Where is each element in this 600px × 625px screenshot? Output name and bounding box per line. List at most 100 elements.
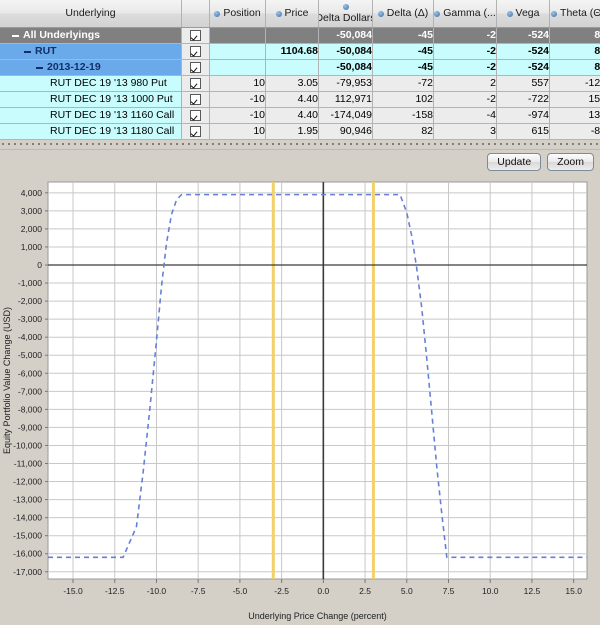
table-row[interactable]: 2013-12-19 -50,084-45-2-52482 — [0, 59, 600, 76]
row-underlying-cell[interactable]: 2013-12-19 — [0, 59, 182, 76]
row-underlying-cell[interactable]: RUT DEC 19 '13 1180 Call — [0, 123, 182, 140]
row-delta-cell: -45 — [372, 27, 434, 44]
table-header: Underlying Position Price Delta Dollars — [0, 0, 600, 28]
row-position-cell — [209, 27, 266, 44]
y-tick-label: 4,000 — [21, 188, 43, 198]
row-underlying-cell[interactable]: RUT DEC 19 '13 1160 Call — [0, 107, 182, 124]
tree-collapse-minus-icon[interactable] — [36, 66, 43, 69]
row-underlying-cell[interactable]: RUT DEC 19 '13 980 Put — [0, 75, 182, 92]
checkbox-checked-icon[interactable] — [190, 93, 201, 105]
row-underlying-label: RUT — [35, 45, 57, 57]
column-header-delta-dollars-label: Delta Dollars — [319, 11, 373, 24]
row-theta-cell: 135 — [549, 107, 600, 124]
row-underlying-label: 2013-12-19 — [47, 61, 101, 73]
row-theta-cell: 82 — [549, 43, 600, 60]
row-position-cell — [209, 43, 266, 60]
x-axis-title: Underlying Price Change (percent) — [248, 611, 387, 621]
row-theta-cell: -128 — [549, 75, 600, 92]
column-header-position[interactable]: Position — [209, 0, 266, 28]
row-enabled-checkbox-cell[interactable] — [181, 75, 210, 92]
plot-area[interactable]: 4,000 3,000 2,000 1,000 0 -1,000 -2,000 -3,000 -… — [0, 174, 600, 625]
y-tick-label: -1,000 — [18, 278, 42, 288]
row-gamma-cell: -2 — [433, 59, 497, 76]
y-tick-label: -15,000 — [13, 531, 42, 541]
column-header-delta-dollars[interactable]: Delta Dollars — [318, 0, 373, 28]
row-price-cell: 4.40 — [265, 91, 319, 108]
chart-toolbar: Update Zoom — [487, 153, 594, 171]
update-button[interactable]: Update — [487, 153, 542, 171]
row-underlying-cell[interactable]: RUT DEC 19 '13 1000 Put — [0, 91, 182, 108]
panel-splitter-handle[interactable] — [0, 140, 600, 150]
checkbox-checked-icon[interactable] — [190, 109, 201, 121]
row-enabled-checkbox-cell[interactable] — [181, 91, 210, 108]
column-header-price[interactable]: Price — [265, 0, 319, 28]
row-gamma-cell: -2 — [433, 91, 497, 108]
risk-profile-chart[interactable]: 4,000 3,000 2,000 1,000 0 -1,000 -2,000 -3,000 -… — [0, 174, 600, 625]
x-tick-label: -2.5 — [274, 586, 289, 596]
column-header-price-label: Price — [284, 7, 309, 19]
row-vega-cell: -722 — [496, 91, 550, 108]
row-enabled-checkbox-cell[interactable] — [181, 123, 210, 140]
row-underlying-cell[interactable]: All Underlyings — [0, 27, 182, 44]
row-gamma-cell: -2 — [433, 43, 497, 60]
y-tick-label: -16,000 — [13, 549, 42, 559]
row-price-cell — [265, 27, 319, 44]
column-header-vega-label: Vega — [515, 7, 540, 19]
x-tick-label: 0.0 — [317, 586, 329, 596]
row-delta-dollars-cell: -174,049 — [318, 107, 373, 124]
row-position-cell: -10 — [209, 107, 266, 124]
table-row[interactable]: RUT DEC 19 '13 980 Put 10 3.05 -79,953 -72 2 5… — [0, 75, 600, 92]
table-row[interactable]: RUT DEC 19 '13 1000 Put -10 4.40 112,971 102… — [0, 91, 600, 108]
row-enabled-checkbox-cell[interactable] — [181, 107, 210, 124]
y-tick-label: -7,000 — [18, 386, 42, 396]
sort-indicator-icon — [377, 10, 384, 17]
column-header-vega[interactable]: Vega — [496, 0, 550, 28]
row-enabled-checkbox-cell[interactable] — [181, 27, 210, 44]
row-delta-dollars-cell: 90,946 — [318, 123, 373, 140]
column-header-gamma[interactable]: Gamma (... — [433, 0, 497, 28]
checkbox-checked-icon[interactable] — [190, 125, 201, 137]
row-delta-cell: 82 — [372, 123, 434, 140]
row-delta-cell: 102 — [372, 91, 434, 108]
tree-collapse-minus-icon[interactable] — [24, 50, 31, 53]
y-tick-label: 0 — [37, 260, 42, 270]
row-underlying-label: RUT DEC 19 '13 1160 Call — [50, 109, 175, 121]
zoom-button[interactable]: Zoom — [547, 153, 594, 171]
x-tick-label: -10.0 — [147, 586, 167, 596]
row-theta-cell: 82 — [549, 27, 600, 44]
column-header-theta[interactable]: Theta (Θ) — [549, 0, 600, 28]
row-vega-cell: -524 — [496, 27, 550, 44]
y-tick-label: -4,000 — [18, 332, 42, 342]
column-header-underlying[interactable]: Underlying — [0, 0, 182, 28]
column-header-delta[interactable]: Delta (Δ) — [372, 0, 434, 28]
row-underlying-cell[interactable]: RUT — [0, 43, 182, 60]
table-row[interactable]: RUT DEC 19 '13 1180 Call 10 1.95 90,946 82 3 6… — [0, 123, 600, 140]
checkbox-checked-icon[interactable] — [190, 61, 201, 73]
row-enabled-checkbox-cell[interactable] — [181, 43, 210, 60]
row-underlying-label: RUT DEC 19 '13 980 Put — [50, 77, 167, 89]
row-gamma-cell: -4 — [433, 107, 497, 124]
y-tick-label: -9,000 — [18, 422, 42, 432]
x-tick-label: 2.5 — [359, 586, 371, 596]
table-row[interactable]: RUT DEC 19 '13 1160 Call -10 4.40 -174,049-… — [0, 107, 600, 124]
column-header-check[interactable] — [181, 0, 210, 28]
row-delta-cell: -45 — [372, 43, 434, 60]
table-row[interactable]: All Underlyings -50,084-45-2-52482 — [0, 27, 600, 44]
row-delta-cell: -158 — [372, 107, 434, 124]
x-tick-label: -5.0 — [233, 586, 248, 596]
y-tick-label: -12,000 — [13, 477, 42, 487]
y-tick-label: 1,000 — [21, 242, 43, 252]
x-tick-label: -15.0 — [63, 586, 83, 596]
tree-collapse-minus-icon[interactable] — [12, 34, 19, 37]
x-tick-label: 15.0 — [565, 586, 582, 596]
column-header-position-label: Position — [223, 7, 261, 19]
row-enabled-checkbox-cell[interactable] — [181, 59, 210, 76]
checkbox-checked-icon[interactable] — [190, 45, 201, 57]
checkbox-checked-icon[interactable] — [190, 29, 201, 41]
options-risk-analyzer-window: Underlying Position Price Delta Dollars — [0, 0, 600, 625]
table-row[interactable]: RUT 1104.68-50,084-45-2-52482 — [0, 43, 600, 60]
column-header-gamma-label: Gamma (... — [443, 7, 496, 19]
checkbox-checked-icon[interactable] — [190, 77, 201, 89]
row-underlying-label: RUT DEC 19 '13 1000 Put — [50, 93, 173, 105]
row-price-cell: 3.05 — [265, 75, 319, 92]
